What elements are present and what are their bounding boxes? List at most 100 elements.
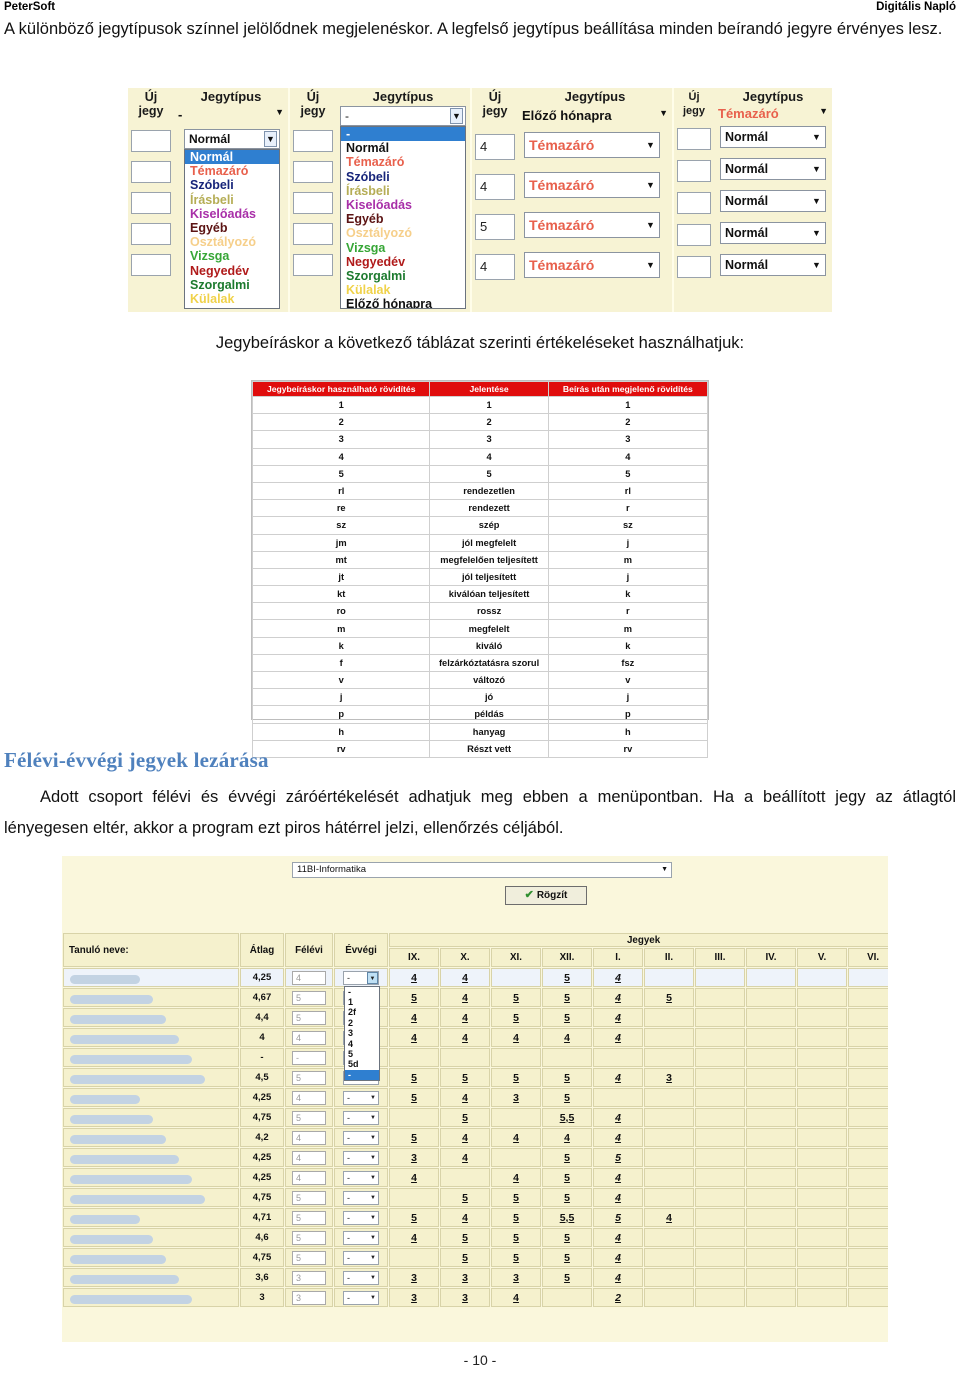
yearend-option[interactable]: 2 [345, 1018, 379, 1028]
grade-cell[interactable] [797, 1088, 847, 1107]
yearend-select[interactable]: -▼ [343, 1250, 379, 1265]
grade-cell[interactable]: 5 [542, 1248, 592, 1267]
grade-cell[interactable]: 5 [389, 1208, 439, 1227]
header-type-select[interactable]: - ▼ [340, 106, 466, 126]
grade-cell[interactable] [746, 1208, 796, 1227]
grade-cell[interactable]: 4 [542, 1128, 592, 1147]
grade-cell[interactable] [848, 1248, 888, 1267]
semester-input[interactable]: 5 [292, 1110, 326, 1125]
dropdown-option[interactable]: Egyéb [341, 212, 465, 226]
grade-cell[interactable] [695, 1148, 745, 1167]
yearend-option[interactable]: 5 [345, 1049, 379, 1059]
dropdown-option[interactable]: Negyedév [341, 255, 465, 269]
grade-cell[interactable] [491, 1048, 541, 1067]
grade-cell[interactable] [746, 1148, 796, 1167]
grade-cell[interactable]: 5 [542, 1088, 592, 1107]
yearend-select[interactable]: -▼ [343, 1130, 379, 1145]
yearend-select[interactable]: -▼ [343, 1270, 379, 1285]
new-grade-input[interactable] [677, 128, 711, 150]
grade-cell[interactable]: 3 [491, 1268, 541, 1287]
yearend-option[interactable]: 4 [345, 1039, 379, 1049]
semester-input[interactable]: 4 [292, 970, 326, 985]
grade-cell[interactable]: 4 [644, 1208, 694, 1227]
new-grade-input[interactable] [131, 130, 171, 152]
grade-cell[interactable] [848, 1128, 888, 1147]
grade-cell[interactable] [695, 1108, 745, 1127]
grade-cell[interactable]: 4 [593, 1228, 643, 1247]
grade-cell[interactable]: 5,5 [542, 1108, 592, 1127]
grade-cell[interactable] [695, 988, 745, 1007]
grade-cell[interactable] [797, 1048, 847, 1067]
grade-cell[interactable] [797, 1108, 847, 1127]
grade-cell[interactable]: 4 [593, 1268, 643, 1287]
grade-cell[interactable] [746, 1048, 796, 1067]
yearend-option[interactable]: 5d [345, 1059, 379, 1069]
semester-input[interactable]: 5 [292, 990, 326, 1005]
grade-cell[interactable]: 5 [542, 1228, 592, 1247]
grade-cell[interactable] [491, 1148, 541, 1167]
dropdown-option[interactable]: Előző hónapra [341, 297, 465, 308]
grade-cell[interactable] [848, 1108, 888, 1127]
grade-cell[interactable] [695, 1168, 745, 1187]
yearend-option[interactable]: 1 [345, 997, 379, 1007]
header-type-select[interactable]: Témazáró ▼ [718, 106, 828, 121]
grade-cell[interactable]: 4 [593, 1028, 643, 1047]
dropdown-option[interactable]: Kiselőadás [185, 207, 279, 221]
grade-type-dropdown-list[interactable]: Normál Témazáró Szóbeli Írásbeli Kiselőadás E… [184, 149, 280, 309]
grade-cell[interactable] [848, 1228, 888, 1247]
grade-cell[interactable] [440, 1048, 490, 1067]
yearend-select[interactable]: -▼ [343, 1110, 379, 1125]
grade-cell[interactable] [797, 1068, 847, 1087]
grade-cell[interactable] [644, 1188, 694, 1207]
new-grade-input[interactable]: 4 [475, 174, 515, 200]
dropdown-option[interactable]: Témazáró [185, 164, 279, 178]
dropdown-option[interactable]: Kiselőadás [341, 198, 465, 212]
new-grade-input[interactable] [677, 224, 711, 246]
new-grade-input[interactable] [131, 161, 171, 183]
yearend-select[interactable]: - ▼ -1 2f 2 3 4 5 5d - [343, 970, 380, 1082]
dropdown-option[interactable]: Szorgalmi [341, 269, 465, 283]
grade-cell[interactable] [848, 1008, 888, 1027]
grade-cell[interactable]: 4 [440, 968, 490, 987]
grade-cell[interactable]: 4 [593, 1128, 643, 1147]
dropdown-option[interactable]: Témazáró [341, 155, 465, 169]
grade-cell[interactable]: 4 [593, 1068, 643, 1087]
grade-cell[interactable] [797, 1148, 847, 1167]
new-grade-input[interactable] [677, 160, 711, 182]
grade-cell[interactable]: 4 [542, 1028, 592, 1047]
grade-cell[interactable]: 4 [593, 1008, 643, 1027]
grade-cell[interactable] [695, 1248, 745, 1267]
grade-cell[interactable]: 5 [440, 1108, 490, 1127]
grade-cell[interactable]: 5 [491, 1068, 541, 1087]
grade-cell[interactable]: 4 [440, 988, 490, 1007]
grade-cell[interactable] [491, 1108, 541, 1127]
grade-cell[interactable] [746, 968, 796, 987]
dropdown-option[interactable]: Osztályozó [185, 235, 279, 249]
grade-cell[interactable] [542, 1048, 592, 1067]
dropdown-option[interactable]: Írásbeli [341, 184, 465, 198]
grade-cell[interactable]: 5 [542, 1268, 592, 1287]
grade-cell[interactable] [644, 1228, 694, 1247]
grade-cell[interactable]: 4 [440, 1008, 490, 1027]
grade-cell[interactable]: 4 [593, 968, 643, 987]
grade-cell[interactable] [644, 1128, 694, 1147]
row-type-select[interactable]: Normál ▼ [720, 126, 826, 148]
grade-cell[interactable]: 5 [593, 1148, 643, 1167]
new-grade-input[interactable] [131, 254, 171, 276]
grade-cell[interactable] [695, 1088, 745, 1107]
grade-cell[interactable]: 5 [389, 1128, 439, 1147]
semester-input[interactable]: 5 [292, 1230, 326, 1245]
grade-cell[interactable] [644, 1248, 694, 1267]
save-button[interactable]: ✔ Rögzít [505, 886, 587, 905]
semester-input[interactable]: 4 [292, 1030, 326, 1045]
new-grade-input[interactable] [293, 223, 333, 245]
dropdown-option[interactable]: Írásbeli [185, 193, 279, 207]
grade-cell[interactable]: 4 [593, 1248, 643, 1267]
grade-cell[interactable] [746, 1068, 796, 1087]
row-type-select[interactable]: Normál ▼ [720, 222, 826, 244]
grade-cell[interactable] [644, 1048, 694, 1067]
grade-cell[interactable] [644, 1168, 694, 1187]
grade-cell[interactable] [491, 968, 541, 987]
yearend-select[interactable]: -▼ [343, 1210, 379, 1225]
row-type-select[interactable]: Témazáró ▼ [524, 252, 660, 278]
